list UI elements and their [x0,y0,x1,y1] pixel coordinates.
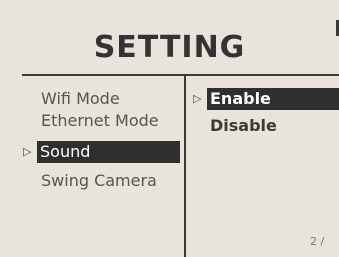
menu-item-wifi-mode[interactable]: Wifi Mode [41,88,179,110]
option-disable[interactable]: Disable [210,115,339,137]
page-title: SETTING [93,30,246,65]
title-divider [22,74,339,76]
option-enable[interactable]: Enable [207,88,339,110]
page-indicator: 2 / [310,235,325,248]
selection-cursor-icon: ▷ [23,145,32,158]
menu-item-sound[interactable]: Sound [37,141,180,163]
submenu-cursor-icon: ▷ [193,92,202,105]
menu-item-swing-camera[interactable]: Swing Camera [41,170,179,192]
menu-item-ethernet-mode[interactable]: Ethernet Mode [41,110,179,132]
column-divider [184,76,186,257]
settings-screen: SETTING Wifi Mode Ethernet Mode ▷ Sound … [0,0,339,257]
